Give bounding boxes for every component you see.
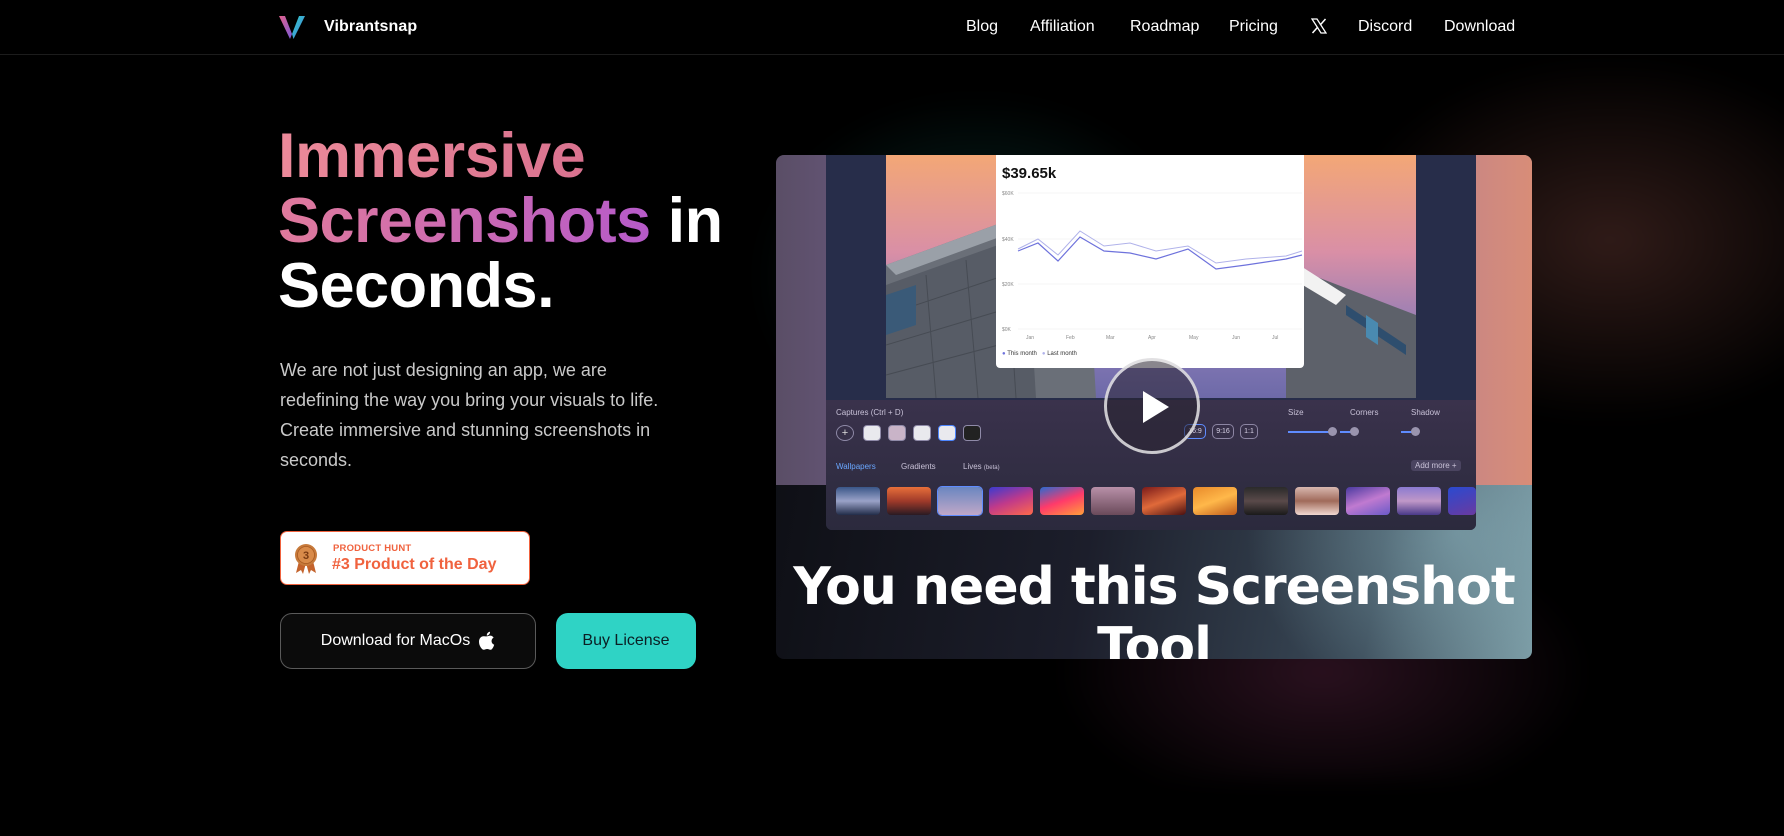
hero-title-highlight: Screenshots (278, 186, 651, 256)
wallpaper-thumb[interactable] (1091, 487, 1135, 515)
line-chart: $60K $40K $20K $0K Jan Feb Mar Apr May J… (1002, 191, 1303, 341)
video-tagline: You need this Screenshot Tool (793, 557, 1515, 659)
ratio-1-1[interactable]: 1:1 (1240, 424, 1258, 439)
corners-label: Corners (1350, 408, 1379, 417)
app-window-mockup: $39.65k $60K $40K $20K $0K Jan Feb Mar A… (826, 155, 1476, 530)
nav-discord[interactable]: Discord (1358, 18, 1412, 36)
apple-icon (479, 631, 495, 650)
size-slider[interactable] (1288, 431, 1332, 433)
wallpaper-thumb[interactable] (1448, 487, 1476, 515)
wallpaper-thumb[interactable] (1244, 487, 1288, 515)
y-tick: $0K (1002, 327, 1012, 333)
tab-lives-label: Lives (963, 462, 982, 471)
tab-lives[interactable]: Lives (beta) (963, 462, 1000, 471)
capture-thumb[interactable] (888, 425, 906, 441)
captures-label: Captures (Ctrl + D) (836, 408, 903, 417)
capture-thumb[interactable] (938, 425, 956, 441)
tab-wallpapers[interactable]: Wallpapers (836, 462, 876, 471)
wallpaper-thumb[interactable] (1295, 487, 1339, 515)
x-tick: Jun (1232, 335, 1240, 341)
captures-hint: (Ctrl + D) (870, 408, 904, 417)
download-button-label: Download for MacOs (320, 632, 471, 649)
capture-thumb[interactable] (913, 425, 931, 441)
play-button[interactable] (1104, 358, 1200, 454)
wallpaper-thumb[interactable] (836, 487, 880, 515)
nav-affiliation[interactable]: Affiliation (1030, 18, 1095, 36)
wallpaper-thumb[interactable] (1040, 487, 1084, 515)
x-logo-icon[interactable] (1311, 18, 1327, 34)
shadow-slider-thumb[interactable] (1411, 427, 1420, 436)
wallpaper-thumb[interactable] (887, 487, 931, 515)
wallpaper-thumb[interactable] (1397, 487, 1441, 515)
chart-legend: ● This month ● Last month (1002, 351, 1077, 357)
legend-this-month: This month (1007, 351, 1037, 357)
captures-text: Captures (836, 408, 869, 417)
download-macos-button[interactable]: Download for MacOs (280, 613, 536, 669)
play-icon (1143, 391, 1169, 423)
x-tick: May (1189, 335, 1199, 341)
badge-small-label: PRODUCT HUNT (333, 543, 412, 554)
size-slider-thumb[interactable] (1328, 427, 1337, 436)
hero-description: We are not just designing an app, we are… (280, 360, 659, 470)
tab-lives-tag: (beta) (983, 465, 1000, 471)
y-tick: $20K (1002, 282, 1014, 288)
nav-download[interactable]: Download (1444, 18, 1515, 36)
capture-thumb[interactable] (963, 425, 981, 441)
chart-value: $39.65k (1002, 165, 1057, 182)
video-preview[interactable]: $39.65k $60K $40K $20K $0K Jan Feb Mar A… (776, 155, 1532, 659)
nav-blog[interactable]: Blog (966, 18, 998, 36)
capture-thumb[interactable] (863, 425, 881, 441)
tab-gradients[interactable]: Gradients (901, 462, 936, 471)
medal-rank: 3 (303, 550, 309, 562)
y-tick: $40K (1002, 237, 1014, 243)
x-tick: Feb (1066, 335, 1075, 341)
hero-title-line2-rest: in (650, 186, 724, 256)
wallpaper-thumb[interactable] (1193, 487, 1237, 515)
size-label: Size (1288, 408, 1304, 417)
medal-icon: 3 (295, 544, 317, 574)
wallpaper-thumb[interactable] (1142, 487, 1186, 515)
x-tick: Apr (1148, 335, 1156, 341)
hero-title-line3: Seconds. (278, 251, 555, 321)
wallpaper-thumb[interactable] (1346, 487, 1390, 515)
shadow-label: Shadow (1411, 408, 1440, 417)
buy-license-button[interactable]: Buy License (556, 613, 696, 669)
x-tick: Jul (1272, 335, 1278, 341)
top-nav: Vibrantsnap Blog Affiliation Roadmap Pri… (0, 0, 1784, 55)
nav-roadmap[interactable]: Roadmap (1130, 18, 1199, 36)
corners-slider-thumb[interactable] (1350, 427, 1359, 436)
badge-title: #3 Product of the Day (332, 556, 497, 573)
nav-pricing[interactable]: Pricing (1229, 18, 1278, 36)
hero-title: Immersive Screenshots in Seconds. (278, 124, 723, 319)
ratio-9-16[interactable]: 9:16 (1212, 424, 1234, 439)
product-hunt-badge[interactable]: 3 PRODUCT HUNT #3 Product of the Day (280, 531, 530, 585)
wallpaper-thumb[interactable] (989, 487, 1033, 515)
x-tick: Jan (1026, 335, 1034, 341)
legend-last-month: Last month (1047, 351, 1077, 357)
add-capture-icon[interactable]: + (836, 425, 854, 441)
y-tick: $60K (1002, 191, 1014, 197)
x-tick: Mar (1106, 335, 1115, 341)
wallpaper-thumb[interactable] (937, 486, 983, 516)
chart-card: $39.65k $60K $40K $20K $0K Jan Feb Mar A… (996, 155, 1304, 368)
add-more-button[interactable]: Add more + (1411, 460, 1461, 471)
hero-title-line1: Immersive (278, 121, 586, 191)
